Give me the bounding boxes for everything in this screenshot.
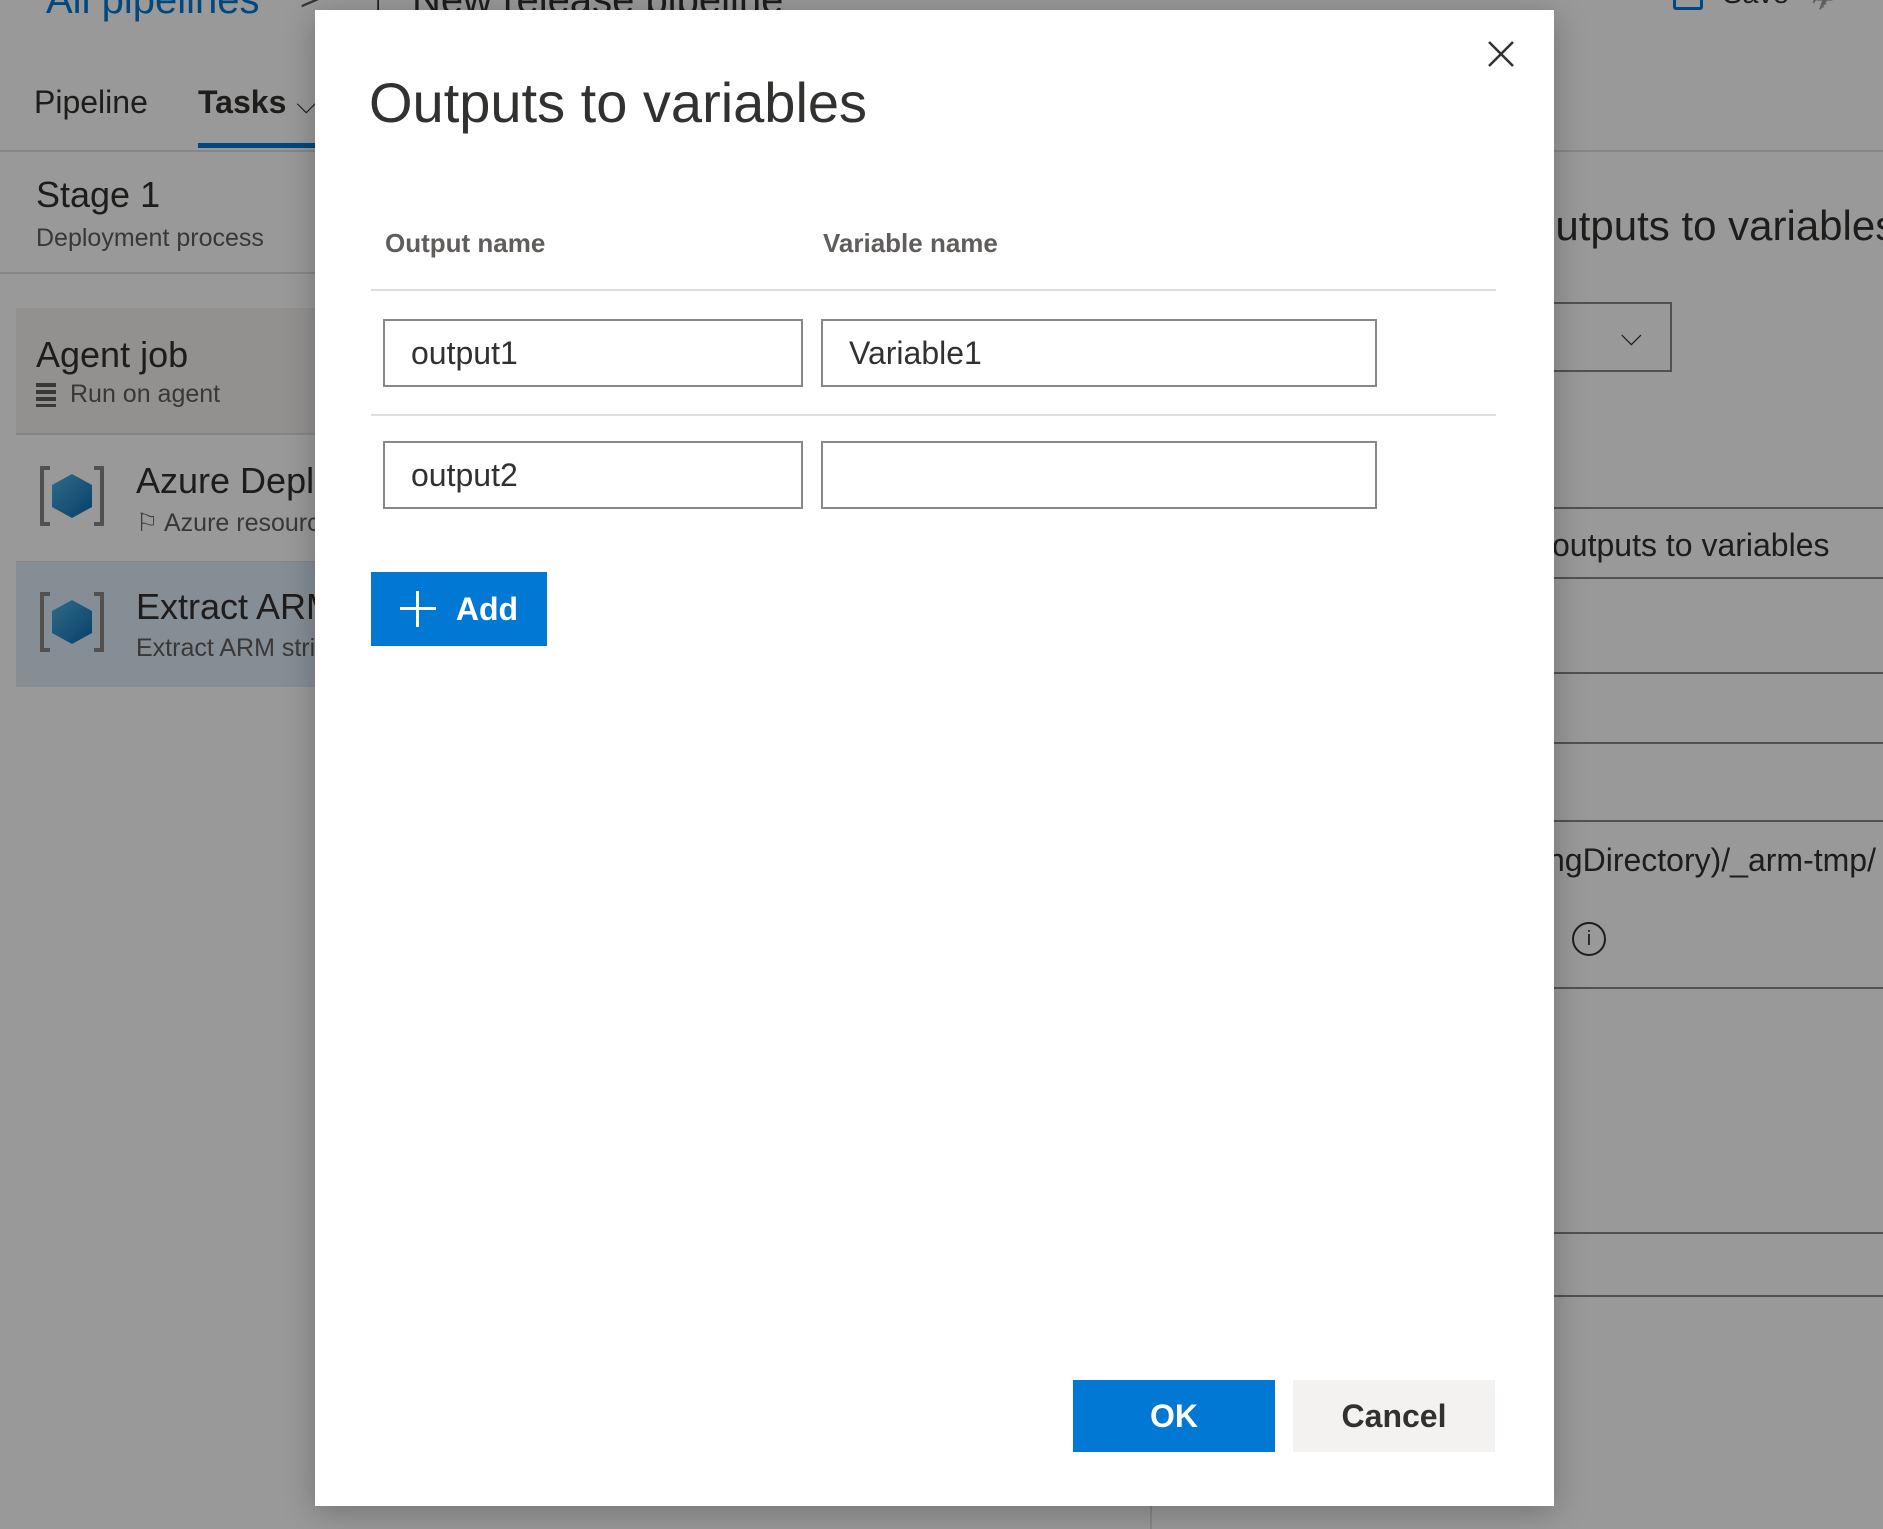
- column-header-variable-name: Variable name: [823, 228, 998, 258]
- column-header-output-name: Output name: [385, 228, 546, 258]
- add-row-button[interactable]: Add: [371, 572, 547, 646]
- ok-button[interactable]: OK: [1073, 1380, 1275, 1452]
- close-icon: [1488, 41, 1514, 67]
- variable-name-input[interactable]: [821, 441, 1377, 509]
- variable-name-input[interactable]: [821, 319, 1377, 387]
- dialog-title: Outputs to variables: [369, 71, 868, 134]
- cancel-button[interactable]: Cancel: [1293, 1380, 1495, 1452]
- output-name-input[interactable]: [383, 441, 803, 509]
- close-button[interactable]: [1475, 28, 1527, 80]
- add-label: Add: [455, 590, 519, 627]
- divider: [371, 289, 1496, 291]
- output-name-input[interactable]: [383, 319, 803, 387]
- plus-icon: [399, 591, 436, 627]
- outputs-to-variables-dialog: Outputs to variables Output name Variabl…: [315, 10, 1554, 1506]
- divider: [371, 414, 1496, 416]
